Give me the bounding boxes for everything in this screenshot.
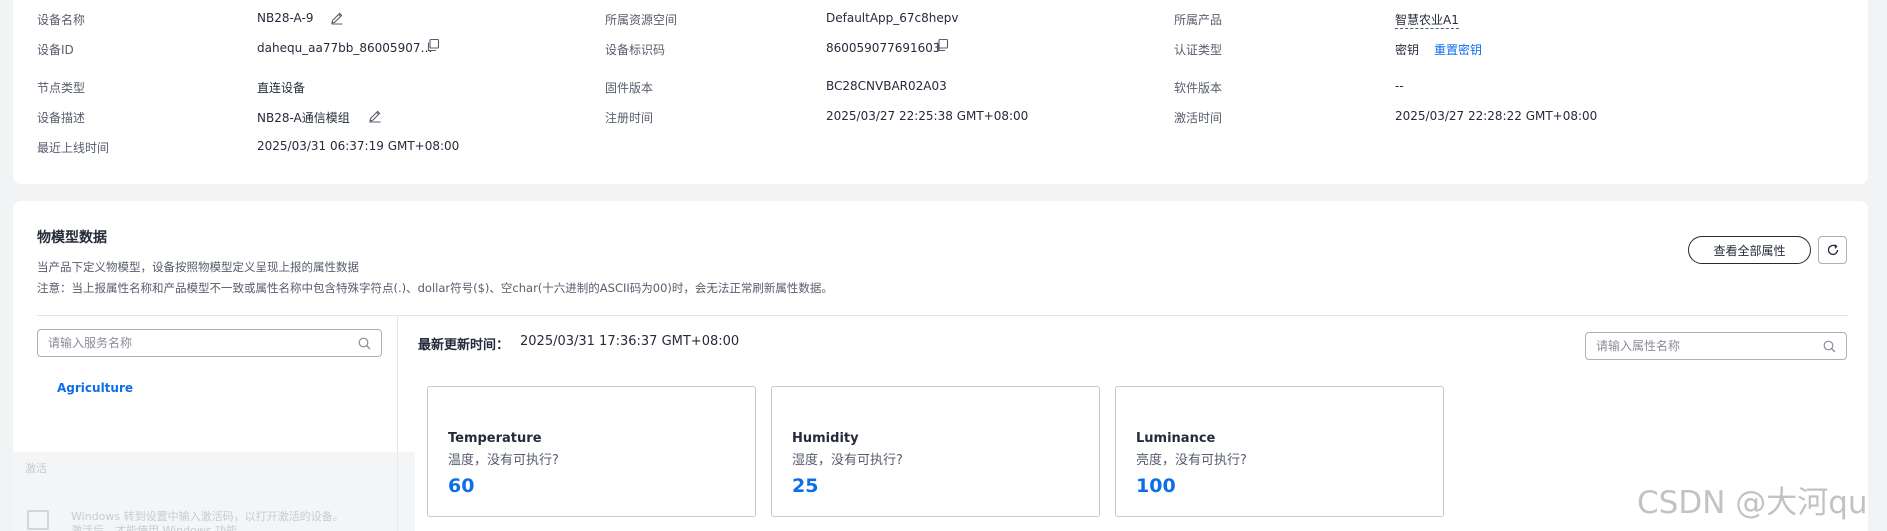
property-desc: 湿度，没有可执行? <box>792 453 903 468</box>
windows-icon <box>27 510 49 530</box>
search-icon[interactable] <box>358 337 371 350</box>
view-all-properties-button[interactable]: 查看全部属性 <box>1688 236 1811 264</box>
property-value: 100 <box>1136 475 1176 497</box>
resource-space-value: DefaultApp_67c8hepv <box>826 11 959 25</box>
reset-key-link[interactable]: 重置密钥 <box>1434 41 1482 58</box>
property-name: Luminance <box>1136 431 1216 446</box>
property-search-box[interactable] <box>1585 332 1847 360</box>
auth-type-label: 认证类型 <box>1174 43 1223 57</box>
device-identifier-value: 860059077691603 <box>826 41 941 55</box>
register-time-value: 2025/03/27 22:25:38 GMT+08:00 <box>826 109 1029 123</box>
property-desc: 亮度，没有可执行? <box>1136 453 1247 468</box>
edit-icon[interactable] <box>330 11 344 25</box>
watermark: CSDN @大河qu <box>1637 485 1868 521</box>
activation-overlay: 激活 Windows 转到设置中输入激活码，以打开激活的设备。 激活后，才能使用… <box>13 452 415 531</box>
property-card-luminance: Luminance 亮度，没有可执行? 100 <box>1115 386 1444 517</box>
refresh-button[interactable] <box>1818 236 1847 264</box>
last-online-label: 最近上线时间 <box>37 141 110 155</box>
section-title: 物模型数据 <box>37 230 107 246</box>
device-name-label: 设备名称 <box>37 13 86 27</box>
service-search-input[interactable] <box>48 336 358 350</box>
device-identifier-label: 设备标识码 <box>605 43 666 57</box>
device-name-value: NB28-A-9 <box>257 11 314 25</box>
device-id-value: dahequ_aa77bb_86005907… <box>257 41 433 55</box>
property-card-temperature: Temperature 温度，没有可执行? 60 <box>427 386 756 517</box>
property-desc: 温度，没有可执行? <box>448 453 559 468</box>
activate-time-value: 2025/03/27 22:28:22 GMT+08:00 <box>1395 109 1598 123</box>
service-search-box[interactable] <box>37 329 382 357</box>
activate-time-label: 激活时间 <box>1174 111 1223 125</box>
property-value: 60 <box>448 475 475 497</box>
node-type-label: 节点类型 <box>37 81 86 95</box>
divider <box>37 315 1848 316</box>
product-label: 所属产品 <box>1174 13 1223 27</box>
device-info-card: 设备名称 NB28-A-9 设备ID dahequ_aa77bb_8600590… <box>13 0 1868 184</box>
copy-icon[interactable] <box>426 38 440 52</box>
refresh-icon <box>1827 244 1838 256</box>
last-update-value: 2025/03/31 17:36:37 GMT+08:00 <box>520 334 740 349</box>
search-icon[interactable] <box>1823 340 1836 353</box>
device-desc-label: 设备描述 <box>37 111 86 125</box>
property-name: Temperature <box>448 431 542 446</box>
resource-space-label: 所属资源空间 <box>605 13 678 27</box>
copy-icon[interactable] <box>935 38 949 52</box>
firmware-value: BC28CNVBAR02A03 <box>826 79 947 93</box>
overlay-text-2: 激活后，才能使用 Windows 功能。 <box>71 524 249 531</box>
property-card-humidity: Humidity 湿度，没有可执行? 25 <box>771 386 1100 517</box>
property-name: Humidity <box>792 431 859 446</box>
section-description: 当产品下定义物模型，设备按照物模型定义呈现上报的属性数据 <box>37 260 359 274</box>
property-search-input[interactable] <box>1596 339 1823 353</box>
edit-icon[interactable] <box>368 109 382 123</box>
product-value[interactable]: 智慧农业A1 <box>1395 13 1459 29</box>
section-notice: 注意：当上报属性名称和产品模型不一致或属性名称中包含特殊字符点(.)、dolla… <box>37 281 833 295</box>
device-id-label: 设备ID <box>37 43 74 57</box>
product-link[interactable]: 智慧农业A1 <box>1395 11 1459 29</box>
device-desc-value: NB28-A通信模组 <box>257 111 350 125</box>
property-value: 25 <box>792 475 819 497</box>
last-update-label: 最新更新时间： <box>418 338 510 353</box>
node-type-value: 直连设备 <box>257 81 306 95</box>
firmware-label: 固件版本 <box>605 81 654 95</box>
overlay-heading: 激活 <box>25 462 47 475</box>
auth-type-value: 密钥 <box>1395 43 1420 57</box>
last-online-value: 2025/03/31 06:37:19 GMT+08:00 <box>257 139 460 153</box>
software-value: -- <box>1395 79 1404 93</box>
software-label: 软件版本 <box>1174 81 1223 95</box>
service-item-agriculture[interactable]: Agriculture <box>57 381 133 395</box>
register-time-label: 注册时间 <box>605 111 654 125</box>
